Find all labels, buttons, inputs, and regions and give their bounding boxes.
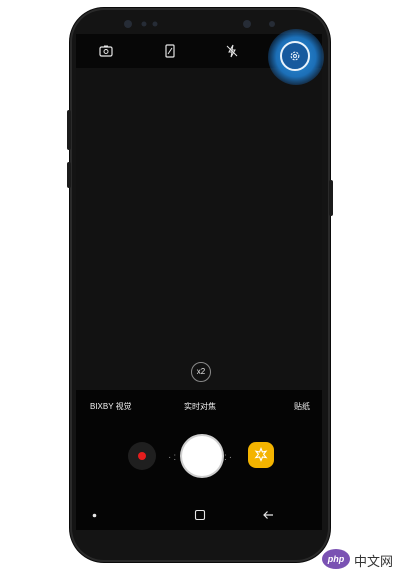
php-logo: php	[322, 549, 350, 569]
android-nav-bar	[76, 500, 322, 530]
mode-bixby-vision[interactable]: BIXBY 视觉	[90, 401, 132, 412]
dots-right: :·	[224, 452, 235, 463]
recent-apps-icon[interactable]	[194, 509, 206, 521]
switch-camera-icon[interactable]	[98, 43, 114, 59]
camera-mode-bar: BIXBY 视觉 实时对焦 贴纸	[76, 390, 322, 422]
bixby-side-button	[67, 162, 71, 188]
back-icon[interactable]	[262, 509, 274, 521]
bixby-vision-button[interactable]	[248, 442, 274, 468]
shutter-button[interactable]	[182, 436, 222, 476]
power-button	[329, 180, 333, 216]
watermark-text: 中文网	[354, 554, 394, 569]
camera-controls: ·: :·	[76, 422, 322, 500]
aspect-ratio-icon[interactable]	[162, 43, 178, 59]
front-sensors	[124, 20, 275, 28]
zoom-button[interactable]: x2	[191, 362, 211, 382]
phone-screen: x2 BIXBY 视觉 实时对焦 贴纸 ·: :·	[76, 34, 322, 530]
watermark: php 中文网	[322, 548, 400, 570]
dots-left: ·:	[168, 452, 179, 463]
settings-button[interactable]	[280, 41, 310, 71]
mode-stickers[interactable]: 贴纸	[294, 401, 310, 412]
flash-off-icon[interactable]	[224, 43, 240, 59]
record-video-button[interactable]	[128, 442, 156, 470]
bixby-vision-icon	[254, 447, 268, 462]
volume-button	[67, 110, 71, 150]
settings-icon	[290, 51, 300, 61]
mode-live-focus[interactable]: 实时对焦	[184, 401, 216, 412]
dot-icon[interactable]	[92, 513, 97, 518]
